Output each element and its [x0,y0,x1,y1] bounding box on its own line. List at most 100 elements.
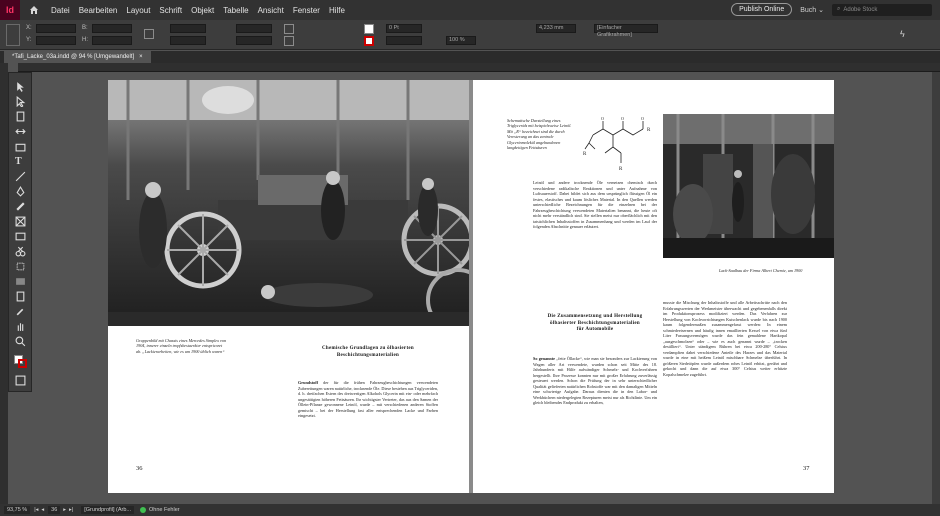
rectangle-frame-tool-icon[interactable] [15,216,26,227]
selection-tool-icon[interactable] [15,81,26,92]
stroke-weight-field[interactable]: 0 Pt [386,24,422,33]
app-logo: Id [0,0,20,20]
scissors-tool-icon[interactable] [15,246,26,257]
direct-selection-tool-icon[interactable] [15,96,26,107]
menu-fenster[interactable]: Fenster [293,6,320,15]
status-ok-icon [140,507,147,513]
body-text[interactable]: Grundstoff der für die frühen Fahrzeugbe… [298,380,438,419]
svg-text:R: R [619,167,623,172]
eyedropper-tool-icon[interactable] [15,306,26,317]
x-field[interactable] [36,24,76,33]
factory-photo[interactable] [663,114,834,258]
menu-hilfe[interactable]: Hilfe [329,6,345,15]
next-page-icon[interactable]: ▸ [63,507,66,513]
chapter-heading[interactable]: Chemische Grundlagen zu ölbasierten Besc… [288,346,448,359]
object-style-dropdown[interactable]: [Einfacher Grafikrahmen] [594,24,658,38]
close-icon[interactable]: × [139,54,143,60]
section-heading-line-1: Die Zusammensetzung und Herstellung [547,314,643,319]
stroke-swatch[interactable] [364,36,374,46]
gradient-tool-icon[interactable] [15,276,26,287]
document-tab-title: *Tafi_Lacke_03a.indd @ 94 % [Umgewandelt… [12,54,135,60]
y-label: Y: [26,37,32,43]
height-field[interactable] [92,36,132,45]
zoom-tool-icon[interactable] [15,336,26,347]
tools-panel: T [8,72,32,392]
flip-icon[interactable] [284,36,294,46]
shear-field[interactable] [236,36,272,45]
constrain-proportions-icon[interactable] [144,29,154,39]
first-page-icon[interactable]: |◂ [34,507,38,513]
scale-y-field[interactable] [170,36,206,45]
type-tool-icon[interactable]: T [15,156,26,167]
workspace-label: Buch [800,6,817,14]
menu-bearbeiten[interactable]: Bearbeiten [79,6,118,15]
workspace-dropdown[interactable]: Buch ⌄ [800,6,824,14]
zoom-field[interactable]: 93,75 % [4,506,31,514]
rotation-field[interactable] [236,24,272,33]
prev-page-icon[interactable]: ◂ [41,507,44,513]
preflight-profile[interactable]: [Grundprofil] (Arb... [81,506,135,514]
menu-layout[interactable]: Layout [126,6,150,15]
scale-x-field[interactable] [170,24,206,33]
right-body-col1[interactable]: Leinöl und andere trocknende Öle vernetz… [533,180,657,230]
line-tool-icon[interactable] [15,171,26,182]
gap-tool-icon[interactable] [15,126,26,137]
publish-label: Publish Online [739,6,785,13]
triglyceride-diagram[interactable]: R R R O O O [583,115,663,173]
formula-caption[interactable]: Schematische Darstellung eines Triglycer… [507,118,577,150]
photo-caption[interactable]: Gruppenbild mit Chassis eines Mercedes S… [136,338,228,354]
stock-search-input[interactable]: ⌕ Adobe Stock [832,3,932,16]
page-number-left: 36 [136,465,143,472]
pencil-tool-icon[interactable] [15,201,26,212]
workshop-photo[interactable] [108,80,469,326]
publish-online-button[interactable]: Publish Online [731,3,793,16]
y-field[interactable] [36,36,76,45]
note-tool-icon[interactable] [15,291,26,302]
reference-point-icon[interactable] [6,24,20,46]
rectangle-tool-icon[interactable] [15,231,26,242]
menu-datei[interactable]: Datei [51,6,70,15]
hand-tool-icon[interactable] [15,321,26,332]
last-page-icon[interactable]: ▸| [69,507,73,513]
document-canvas[interactable]: Gruppenbild mit Chassis eines Mercedes S… [32,72,940,504]
menu-objekt[interactable]: Objekt [191,6,214,15]
right-page[interactable]: Schematische Darstellung eines Triglycer… [473,80,834,493]
search-placeholder: Adobe Stock [843,6,878,13]
menu-schrift[interactable]: Schrift [159,6,182,15]
col1-lower-text: „fette Öllacke“, wie man sie besonders z… [533,356,657,405]
body-lead: Grundstoff [298,380,319,385]
ref-value-field[interactable]: 4,233 mm [536,24,576,33]
page-tool-icon[interactable] [15,111,26,122]
right-body-col1-lower[interactable]: So genannte „fette Öllacke“, wie man sie… [533,356,657,406]
menu-bar: Id Datei Bearbeiten Layout Schrift Objek… [0,0,940,20]
h-label: H: [82,37,88,43]
view-mode-icon[interactable] [15,375,26,386]
opacity-value: 100 % [449,37,465,43]
section-heading[interactable]: Die Zusammensetzung und Herstellung ölba… [533,314,657,334]
rotate-cw-icon[interactable] [284,24,294,34]
page-field[interactable]: 36 [48,506,61,514]
left-page[interactable]: Gruppenbild mit Chassis eines Mercedes S… [108,80,469,493]
menu-tabelle[interactable]: Tabelle [223,6,248,15]
width-field[interactable] [92,24,132,33]
pen-tool-icon[interactable] [15,186,26,197]
svg-text:R: R [583,152,587,157]
opacity-field[interactable]: 100 % [446,36,476,45]
right-body-col2[interactable]: musste die Mischung der Inhaltsstoffe un… [663,300,787,377]
lightning-icon[interactable]: ϟ [900,29,910,39]
menu-ansicht[interactable]: Ansicht [258,6,284,15]
horizontal-ruler[interactable] [18,63,940,72]
factory-caption[interactable]: Lack-Saalbau der Firma Albert Chemie, um… [719,268,809,273]
free-transform-tool-icon[interactable] [15,261,26,272]
object-style-value: [Einfacher Grafikrahmen] [597,25,632,38]
stroke-type-field[interactable] [386,36,422,45]
fill-swatch[interactable] [364,24,374,34]
document-tab[interactable]: *Tafi_Lacke_03a.indd @ 94 % [Umgewandelt… [4,51,151,63]
collapsed-panel-dock[interactable] [932,72,940,504]
vertical-ruler[interactable] [0,63,8,504]
stroke-color-swatch[interactable] [18,359,27,368]
menu-right: Publish Online Buch ⌄ ⌕ Adobe Stock [731,3,932,16]
preflight-status[interactable]: Ohne Fehler [140,507,180,513]
home-icon[interactable] [26,2,42,18]
content-collector-icon[interactable] [15,141,26,152]
